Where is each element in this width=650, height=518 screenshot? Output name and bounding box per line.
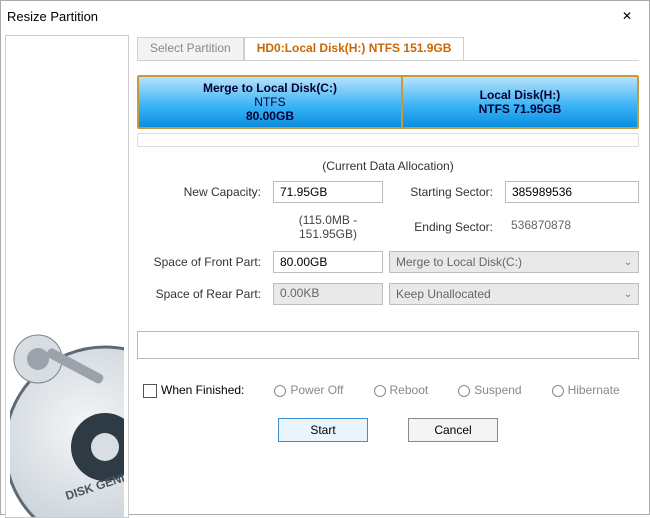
main-panel: Select Partition HD0:Local Disk(H:) NTFS… <box>133 31 649 514</box>
tab-select-partition[interactable]: Select Partition <box>137 37 244 60</box>
partition-bar[interactable]: Merge to Local Disk(C:) NTFS 80.00GB Loc… <box>137 75 639 129</box>
starting-sector-label: Starting Sector: <box>389 185 499 199</box>
tab-bar: Select Partition HD0:Local Disk(H:) NTFS… <box>137 37 639 61</box>
new-capacity-label: New Capacity: <box>137 185 267 199</box>
front-part-label: Space of Front Part: <box>137 255 267 269</box>
capacity-range-hint: (115.0MB - 151.95GB) <box>273 213 383 241</box>
body: DISK GENIUS Select Partition HD0:Local D… <box>1 31 649 514</box>
when-finished-checkbox[interactable]: When Finished: <box>143 383 244 398</box>
radio-suspend[interactable]: Suspend <box>458 383 521 397</box>
allocation-heading: (Current Data Allocation) <box>137 159 639 173</box>
front-part-input[interactable] <box>273 251 383 273</box>
partition-left-line1: Merge to Local Disk(C:) <box>203 81 337 95</box>
status-bar <box>137 331 639 359</box>
radio-reboot[interactable]: Reboot <box>374 383 429 397</box>
radio-poweroff[interactable]: Power Off <box>274 383 343 397</box>
front-part-select-value: Merge to Local Disk(C:) <box>396 255 522 269</box>
partition-local-h[interactable]: Local Disk(H:) NTFS 71.95GB <box>403 77 637 127</box>
chevron-down-icon: ⌄ <box>624 257 632 268</box>
partition-right-line1: Local Disk(H:) <box>480 88 561 102</box>
close-icon: ✕ <box>622 9 632 23</box>
rear-part-select-value: Keep Unallocated <box>396 287 491 301</box>
rear-part-select[interactable]: Keep Unallocated ⌄ <box>389 283 639 305</box>
ending-sector-value: 536870878 <box>505 216 639 238</box>
partition-left-line2: NTFS <box>254 95 285 109</box>
partition-merge-c[interactable]: Merge to Local Disk(C:) NTFS 80.00GB <box>139 77 403 127</box>
start-button[interactable]: Start <box>278 418 368 442</box>
rear-part-label: Space of Rear Part: <box>137 287 267 301</box>
resize-slider[interactable] <box>137 133 639 147</box>
new-capacity-input[interactable] <box>273 181 383 203</box>
when-finished-label: When Finished: <box>161 383 244 397</box>
window-title: Resize Partition <box>7 9 98 24</box>
tab-current-partition[interactable]: HD0:Local Disk(H:) NTFS 151.9GB <box>244 37 465 60</box>
starting-sector-input[interactable] <box>505 181 639 203</box>
disk-illustration: DISK GENIUS <box>10 297 124 517</box>
close-button[interactable]: ✕ <box>611 4 643 28</box>
radio-hibernate[interactable]: Hibernate <box>552 383 620 397</box>
sidebar: DISK GENIUS <box>5 35 129 518</box>
partition-right-line2: NTFS 71.95GB <box>479 102 562 116</box>
chevron-down-icon: ⌄ <box>624 289 632 300</box>
partition-left-line3: 80.00GB <box>246 109 294 123</box>
when-finished-row: When Finished: Power Off Reboot Suspend … <box>137 383 639 398</box>
titlebar: Resize Partition ✕ <box>1 1 649 31</box>
button-row: Start Cancel <box>137 418 639 442</box>
rear-part-value: 0.00KB <box>273 283 383 305</box>
ending-sector-label: Ending Sector: <box>389 220 499 234</box>
front-part-select[interactable]: Merge to Local Disk(C:) ⌄ <box>389 251 639 273</box>
cancel-button[interactable]: Cancel <box>408 418 498 442</box>
fields-grid: New Capacity: Starting Sector: (115.0MB … <box>137 181 639 305</box>
